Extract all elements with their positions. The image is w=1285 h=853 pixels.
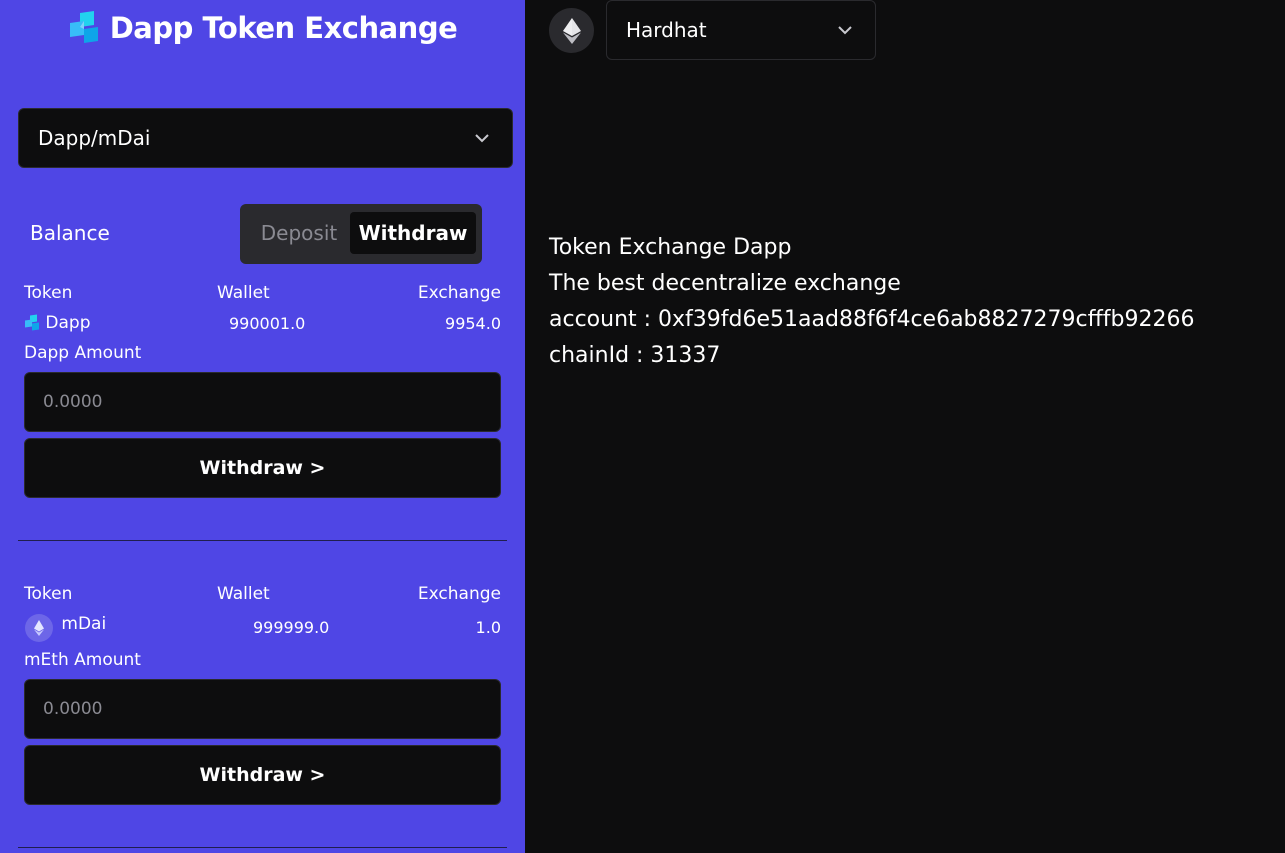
token1-wallet-balance: 990001.0 [229, 314, 306, 333]
deposit-withdraw-toggle: Deposit Withdraw [240, 204, 482, 264]
token2-wallet-balance: 999999.0 [253, 618, 330, 637]
token1-amount-label: Dapp Amount [24, 343, 142, 363]
ethereum-icon [562, 17, 581, 44]
balance-heading: Balance [30, 221, 110, 245]
column-header-wallet: Wallet [217, 283, 270, 303]
token2-exchange-balance: 1.0 [475, 618, 501, 637]
market-selector-value: Dapp/mDai [38, 126, 151, 150]
column-header-wallet: Wallet [217, 584, 270, 604]
divider [18, 847, 507, 848]
token2-withdraw-button[interactable]: Withdraw > [24, 745, 501, 805]
token2-amount-label: mEth Amount [24, 650, 141, 670]
chain-id: chainId : 31337 [549, 343, 721, 368]
ethereum-icon [25, 614, 53, 642]
network-selector-value: Hardhat [626, 18, 707, 42]
token1-name-cell: Dapp [24, 313, 91, 333]
network-badge [549, 8, 594, 53]
chevron-down-icon [475, 134, 489, 143]
account-address: account : 0xf39fd6e51aad88f6f4ce6ab88272… [549, 307, 1195, 332]
app-info: Token Exchange Dapp The best decentraliz… [549, 230, 1194, 374]
token1-name: Dapp [45, 313, 91, 333]
network-selector[interactable]: Hardhat [606, 0, 876, 60]
token2-name: mDai [61, 614, 107, 634]
token2-amount-input[interactable] [24, 679, 501, 739]
token1-withdraw-button[interactable]: Withdraw > [24, 438, 501, 498]
chevron-down-icon [838, 26, 852, 35]
app-info-title: Token Exchange Dapp [549, 235, 792, 260]
app-info-tagline: The best decentralize exchange [549, 271, 901, 296]
token2-name-cell: mDai [24, 613, 106, 643]
column-header-token: Token [24, 584, 73, 604]
tab-withdraw[interactable]: Withdraw [350, 212, 476, 254]
column-header-token: Token [24, 283, 73, 303]
token1-amount-input[interactable] [24, 372, 501, 432]
column-header-exchange: Exchange [417, 584, 501, 604]
divider [18, 540, 507, 541]
column-header-exchange: Exchange [417, 283, 501, 303]
token1-exchange-balance: 9954.0 [445, 314, 501, 333]
market-selector[interactable]: Dapp/mDai [18, 108, 513, 168]
app-title: Dapp Token Exchange [109, 11, 458, 45]
sidebar: Dapp Token Exchange Dapp/mDai Balance De… [0, 0, 525, 853]
tab-deposit[interactable]: Deposit [248, 212, 350, 254]
dapp-logo-icon [25, 314, 39, 331]
dapp-logo-icon [69, 11, 98, 43]
brand: Dapp Token Exchange [0, 8, 525, 48]
